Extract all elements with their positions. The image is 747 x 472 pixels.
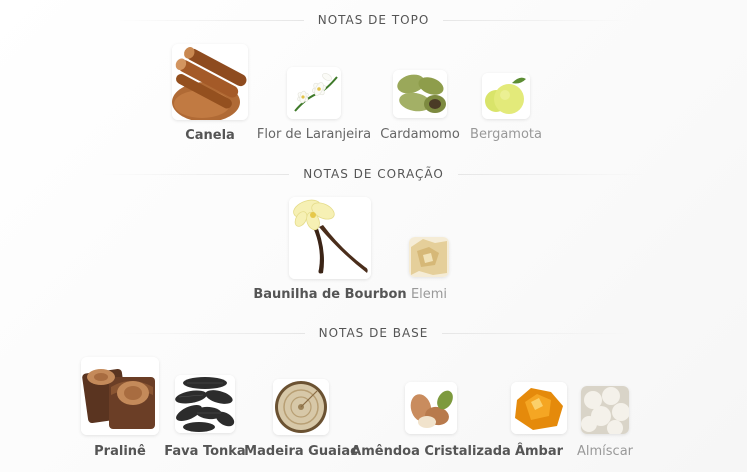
note-label: Âmbar <box>514 444 564 459</box>
note-label: Madeira Guaiac <box>244 444 358 459</box>
cardamom-icon <box>393 70 447 118</box>
note-canela[interactable]: Canela <box>172 44 248 144</box>
note-label: Bergamota <box>470 127 542 142</box>
elemi-resin-icon <box>409 237 449 277</box>
divider-right <box>457 173 648 175</box>
divider-left <box>99 173 290 175</box>
note-cardamomo[interactable]: Cardamomo <box>380 70 460 150</box>
note-amendoa-cristalizada[interactable]: Amêndoa Cristalizada <box>351 382 511 466</box>
note-label: Baunilha de Bourbon <box>253 287 407 302</box>
note-label: Canela <box>185 128 235 143</box>
note-label: Cardamomo <box>380 127 460 142</box>
almond-icon <box>405 382 457 434</box>
divider-right <box>442 332 633 334</box>
note-label: Fava Tonka <box>164 444 246 459</box>
section-header-heart: NOTAS DE CORAÇÃO <box>0 164 747 184</box>
praline-icon <box>81 357 159 435</box>
section-header-base: NOTAS DE BASE <box>0 323 747 343</box>
vanilla-icon <box>289 197 371 279</box>
divider-left <box>113 19 304 21</box>
note-elemi[interactable]: Elemi <box>409 237 449 305</box>
note-label: Almíscar <box>576 444 634 459</box>
section-title-top: NOTAS DE TOPO <box>317 13 430 27</box>
note-bergamota[interactable]: Bergamota <box>470 73 542 153</box>
note-label: Flor de Laranjeira <box>256 127 372 142</box>
note-almiscar[interactable]: Almíscar <box>577 386 633 466</box>
note-baunilha-de-bourbon[interactable]: Baunilha de Bourbon <box>253 197 407 307</box>
note-madeira-guaiac[interactable]: Madeira Guaiac <box>244 379 358 465</box>
note-label: Elemi <box>410 287 448 302</box>
orange-blossom-icon <box>287 67 341 119</box>
guaiac-wood-icon <box>273 379 329 435</box>
note-flor-de-laranjeira[interactable]: Flor de Laranjeira <box>257 67 371 147</box>
section-header-top: NOTAS DE TOPO <box>0 10 747 30</box>
note-fava-tonka[interactable]: Fava Tonka <box>164 375 246 465</box>
note-label: Amêndoa Cristalizada <box>351 444 511 459</box>
note-praline[interactable]: Pralinê <box>81 357 159 465</box>
bergamot-icon <box>482 73 530 119</box>
musk-icon <box>581 386 629 434</box>
divider-left <box>114 332 305 334</box>
section-title-base: NOTAS DE BASE <box>318 326 429 340</box>
note-ambar[interactable]: Âmbar <box>511 382 567 466</box>
section-title-heart: NOTAS DE CORAÇÃO <box>303 167 444 181</box>
divider-right <box>443 19 634 21</box>
cinnamon-icon <box>172 44 248 120</box>
tonka-bean-icon <box>175 375 235 433</box>
note-label: Pralinê <box>94 444 146 459</box>
amber-icon <box>511 382 567 434</box>
